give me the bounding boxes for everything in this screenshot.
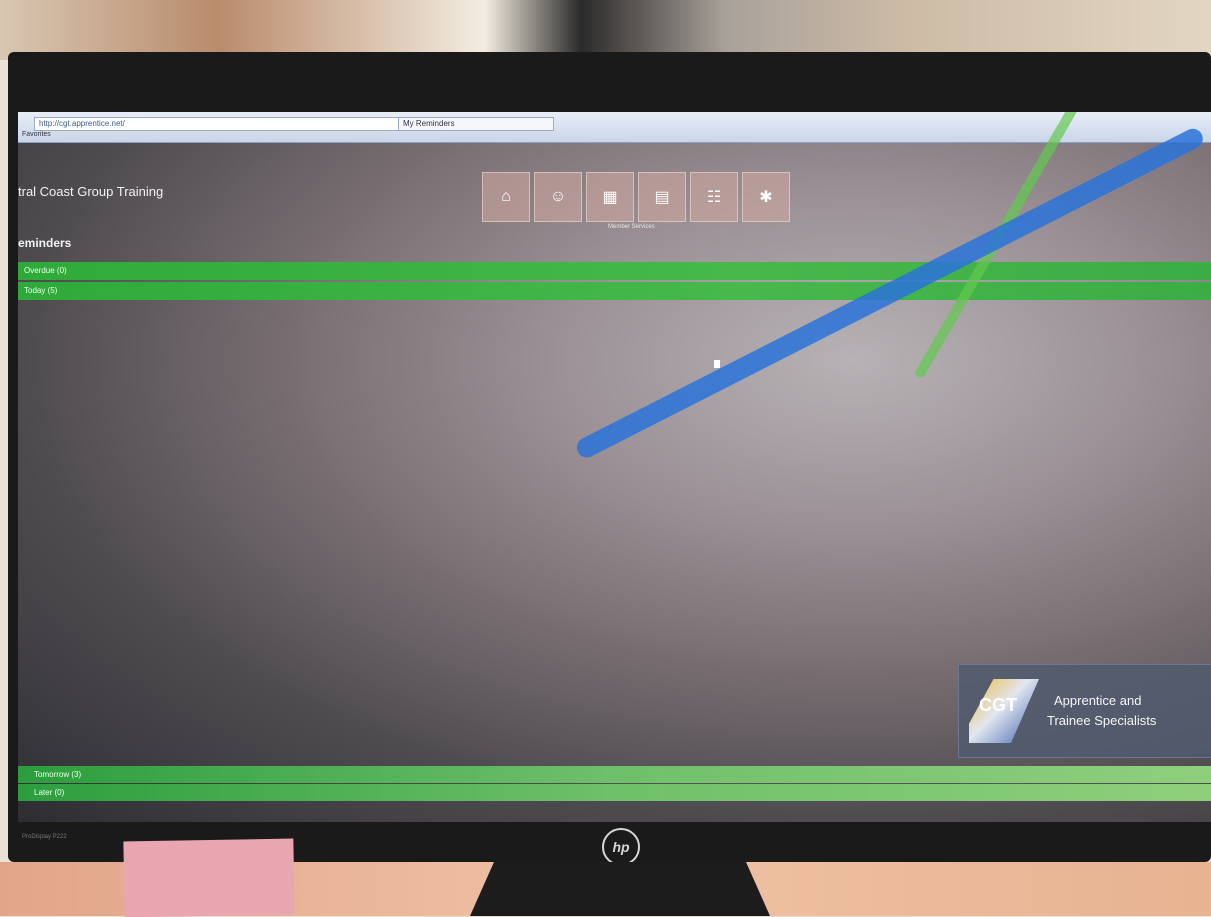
reminder-row-later[interactable]: Later (0) — [18, 784, 1211, 801]
section-title: eminders — [18, 236, 72, 250]
tile-home[interactable]: ⌂ — [482, 172, 530, 222]
group-icon: ☷ — [706, 189, 722, 206]
tile-user[interactable]: ☺ — [534, 172, 582, 222]
user-icon: ☺ — [549, 188, 567, 205]
reminder-row-tomorrow[interactable]: Tomorrow (3) — [18, 766, 1211, 783]
nav-tiles: ⌂ ☺ ▦ ▤ ☷ ✱ — [482, 172, 790, 222]
tile-settings[interactable]: ✱ — [742, 172, 790, 222]
hp-logo-icon: hp — [602, 828, 640, 866]
logo-mark-text: CGT — [979, 695, 1017, 715]
address-bar[interactable]: http://cgt.apprentice.net/ — [34, 117, 420, 131]
tile-group[interactable]: ☷ — [690, 172, 738, 222]
favorites-bar[interactable]: Favorites — [22, 131, 51, 138]
bezel-model-text: ProDisplay P222 — [22, 834, 67, 840]
app-title: tral Coast Group Training — [18, 184, 164, 199]
home-icon: ⌂ — [501, 188, 511, 205]
tiles-caption: Member Services — [608, 224, 655, 230]
cgt-logo: CGT Apprentice and Trainee Specialists — [958, 664, 1211, 758]
reminder-row-today[interactable]: Today (5) — [18, 282, 1211, 300]
monitor-screen: http://cgt.apprentice.net/ My Reminders … — [18, 112, 1211, 822]
reminder-row-overdue[interactable]: Overdue (0) — [18, 262, 1211, 280]
calendar-icon: ▦ — [602, 189, 618, 206]
tile-document[interactable]: ▤ — [638, 172, 686, 222]
settings-icon: ✱ — [759, 189, 773, 206]
logo-line2: Trainee Specialists — [1047, 713, 1157, 728]
tile-calendar[interactable]: ▦ — [586, 172, 634, 222]
wallpaper-streak-green — [913, 112, 1123, 380]
logo-line1: Apprentice and — [1054, 693, 1142, 708]
wall-background — [0, 0, 1211, 60]
browser-toolbar: http://cgt.apprentice.net/ My Reminders … — [18, 112, 1211, 143]
mouse-cursor-icon — [714, 360, 720, 368]
monitor-stand — [470, 862, 770, 916]
sticky-note — [123, 838, 295, 917]
document-icon: ▤ — [654, 189, 670, 206]
browser-tab[interactable]: My Reminders — [398, 117, 554, 131]
